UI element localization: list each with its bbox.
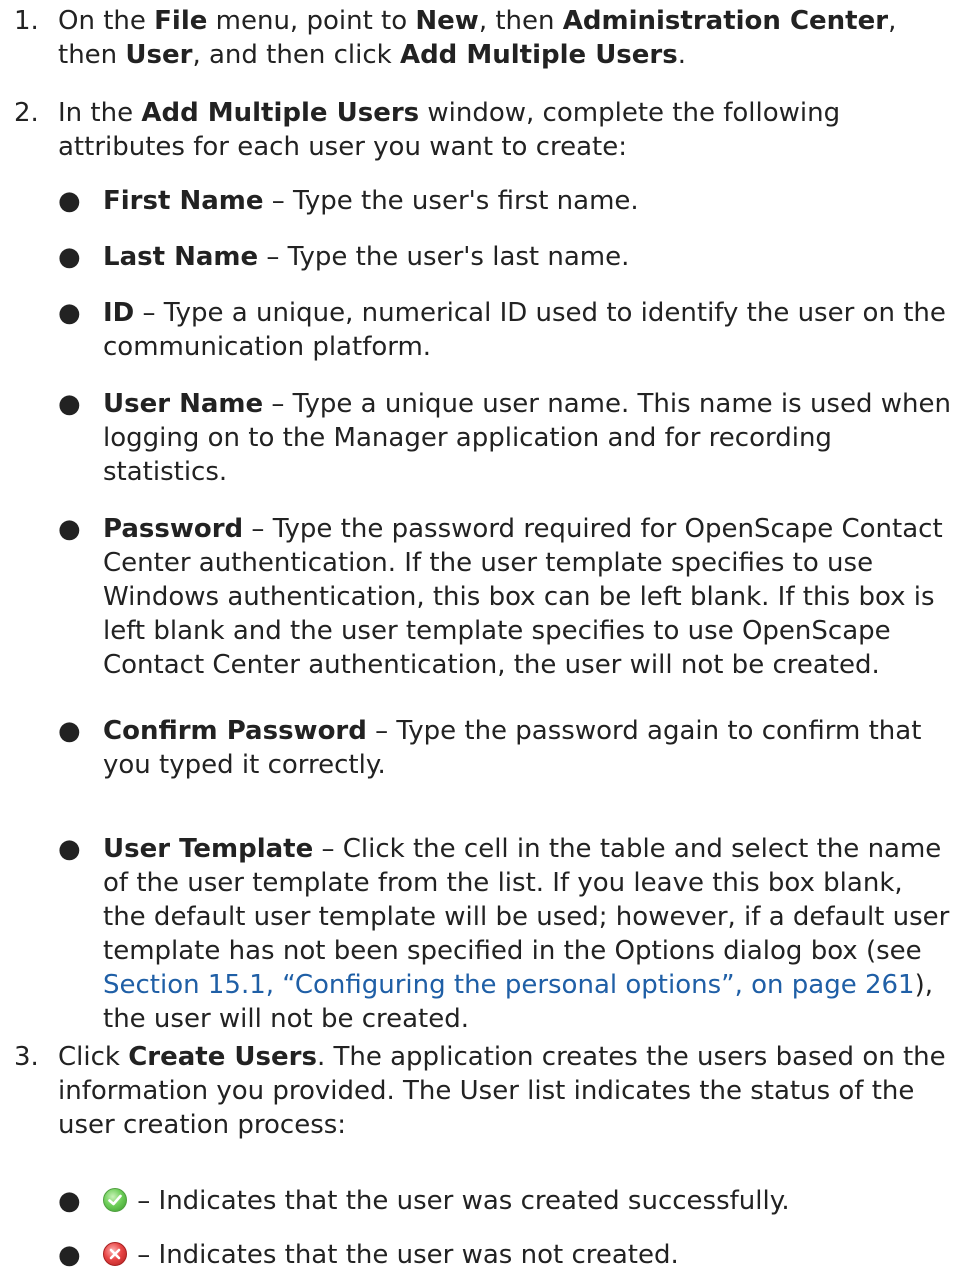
bullet-icon: ●: [58, 298, 81, 328]
menu-new: New: [415, 6, 479, 36]
failure-x-icon: [103, 1242, 127, 1266]
bullet-icon: ●: [58, 1240, 81, 1270]
bullet-icon: ●: [58, 514, 81, 544]
bullet-icon: ●: [58, 389, 81, 419]
bullet-icon: ●: [58, 716, 81, 746]
attribute-user-name: ● User Name – Type a unique user name. T…: [0, 387, 960, 489]
step-1: 1. On the File menu, point to New, then …: [0, 4, 960, 72]
list-item: – Indicates that the user was created su…: [103, 1184, 953, 1218]
create-users-button-label: Create Users: [128, 1042, 317, 1072]
list-item: – Indicates that the user was not create…: [103, 1238, 953, 1272]
attribute-password: ● Password – Type the password required …: [0, 512, 960, 682]
step-number: 2.: [14, 98, 39, 128]
success-check-icon: [103, 1188, 127, 1212]
list-item: User Template – Click the cell in the ta…: [103, 834, 950, 1034]
menu-file: File: [154, 6, 208, 36]
list-item: Confirm Password – Type the password aga…: [103, 716, 922, 780]
menu-user: User: [125, 40, 193, 70]
document-page: 1. On the File menu, point to New, then …: [0, 0, 960, 1272]
bullet-icon: ●: [58, 242, 81, 272]
status-failure: ● – Indicates that the user was not crea…: [0, 1238, 960, 1272]
step-text: Click Create Users. The application crea…: [58, 1042, 946, 1140]
step-number: 3.: [14, 1042, 39, 1072]
attribute-confirm-password: ● Confirm Password – Type the password a…: [0, 714, 960, 782]
attribute-id: ● ID – Type a unique, numerical ID used …: [0, 296, 960, 364]
menu-administration-center: Administration Center: [562, 6, 889, 36]
step-3: 3. Click Create Users. The application c…: [0, 1040, 960, 1142]
list-item: ID – Type a unique, numerical ID used to…: [103, 298, 946, 362]
section-link[interactable]: Section 15.1, “Configuring the personal …: [103, 970, 915, 1000]
bullet-icon: ●: [58, 1186, 81, 1216]
list-item: User Name – Type a unique user name. Thi…: [103, 389, 951, 487]
attribute-first-name: ● First Name – Type the user's first nam…: [0, 184, 960, 218]
attribute-user-template: ● User Template – Click the cell in the …: [0, 832, 960, 1036]
list-item: First Name – Type the user's first name.: [103, 186, 639, 216]
step-text: On the File menu, point to New, then Adm…: [58, 6, 897, 70]
bullet-icon: ●: [58, 186, 81, 216]
list-item: Last Name – Type the user's last name.: [103, 242, 630, 272]
window-add-multiple-users: Add Multiple Users: [141, 98, 420, 128]
step-text: In the Add Multiple Users window, comple…: [58, 98, 841, 162]
bullet-icon: ●: [58, 834, 81, 864]
status-success: ● – Indicates that the user was created …: [0, 1184, 960, 1218]
menu-add-multiple-users: Add Multiple Users: [399, 40, 678, 70]
attribute-last-name: ● Last Name – Type the user's last name.: [0, 240, 960, 274]
list-item: Password – Type the password required fo…: [103, 514, 943, 680]
step-2: 2. In the Add Multiple Users window, com…: [0, 96, 960, 164]
step-number: 1.: [14, 6, 39, 36]
